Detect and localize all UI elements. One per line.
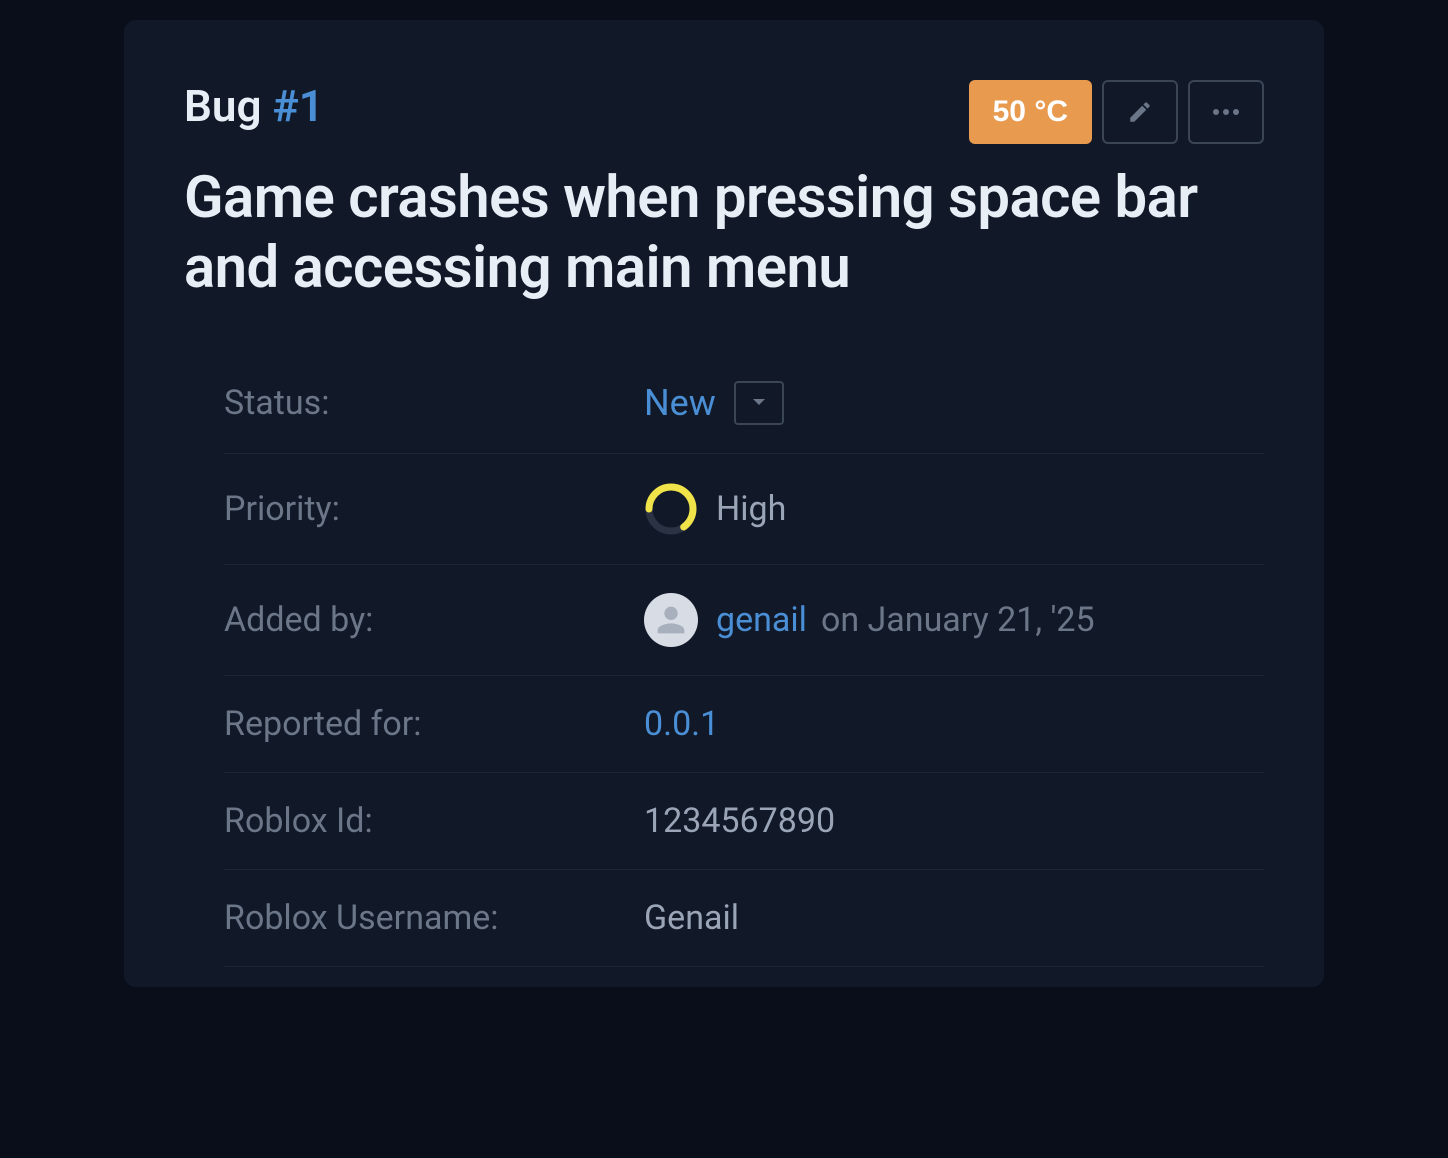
- status-label: Status:: [224, 383, 644, 423]
- added-by-user[interactable]: genail: [716, 600, 807, 640]
- roblox-id-label: Roblox Id:: [224, 801, 644, 841]
- roblox-id-value-container: 1234567890: [644, 801, 835, 841]
- priority-ring-icon: [644, 482, 698, 536]
- bug-prefix: Bug: [184, 80, 272, 132]
- fields-list: Status: New Priority: High: [224, 353, 1264, 967]
- reported-for-row: Reported for: 0.0.1: [224, 676, 1264, 773]
- roblox-username-value: Genail: [644, 898, 739, 938]
- priority-value: High: [716, 489, 786, 529]
- priority-label: Priority:: [224, 489, 644, 529]
- chevron-down-icon: [752, 398, 766, 408]
- added-by-row: Added by: genail on January 21, '25: [224, 565, 1264, 676]
- header-buttons: 50 °C: [969, 80, 1264, 144]
- pencil-icon: [1127, 99, 1153, 125]
- status-value: New: [644, 382, 716, 424]
- bug-card: Bug #1 50 °C Game crashes when pressing …: [124, 20, 1324, 987]
- avatar[interactable]: [644, 593, 698, 647]
- reported-for-value[interactable]: 0.0.1: [644, 704, 719, 744]
- roblox-username-label: Roblox Username:: [224, 898, 644, 938]
- header-row: Bug #1 50 °C: [184, 80, 1264, 144]
- reported-for-label: Reported for:: [224, 704, 644, 744]
- person-icon: [651, 600, 691, 640]
- roblox-username-value-container: Genail: [644, 898, 739, 938]
- roblox-username-row: Roblox Username: Genail: [224, 870, 1264, 967]
- added-by-label: Added by:: [224, 600, 644, 640]
- dots-icon: [1211, 108, 1241, 116]
- status-value-container: New: [644, 381, 784, 425]
- reported-for-value-container: 0.0.1: [644, 704, 719, 744]
- added-by-value-container: genail on January 21, '25: [644, 593, 1095, 647]
- roblox-id-row: Roblox Id: 1234567890: [224, 773, 1264, 870]
- priority-value-container: High: [644, 482, 786, 536]
- bug-title: Game crashes when pressing space bar and…: [184, 164, 1264, 303]
- temperature-badge[interactable]: 50 °C: [969, 80, 1092, 144]
- roblox-id-value: 1234567890: [644, 801, 835, 841]
- added-by-date: on January 21, '25: [821, 600, 1095, 640]
- priority-row: Priority: High: [224, 454, 1264, 565]
- bug-number: #1: [272, 80, 323, 132]
- status-dropdown-button[interactable]: [734, 381, 784, 425]
- more-options-button[interactable]: [1188, 80, 1264, 144]
- edit-button[interactable]: [1102, 80, 1178, 144]
- status-row: Status: New: [224, 353, 1264, 454]
- bug-identifier: Bug #1: [184, 80, 324, 132]
